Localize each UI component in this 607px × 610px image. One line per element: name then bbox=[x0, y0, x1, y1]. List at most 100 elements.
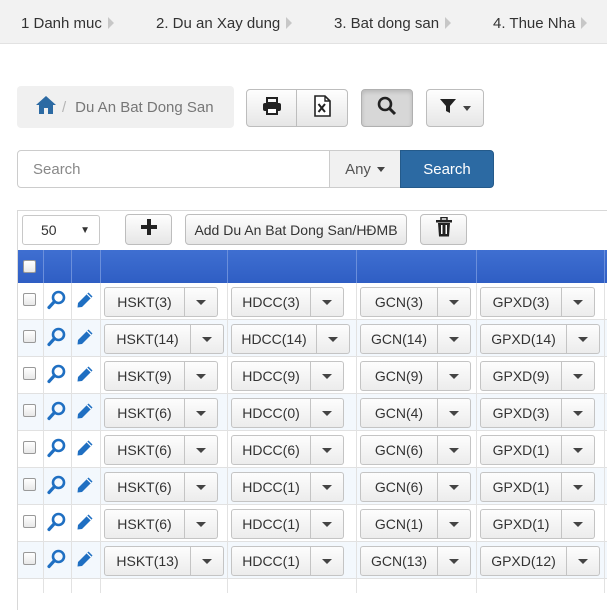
print-button[interactable] bbox=[246, 89, 297, 127]
export-excel-button[interactable] bbox=[296, 89, 348, 127]
view-icon[interactable] bbox=[46, 474, 68, 496]
gcn-button[interactable]: GCN(1) bbox=[360, 509, 438, 539]
gcn-dropdown-toggle[interactable] bbox=[438, 324, 471, 354]
gpxd-dropdown-toggle[interactable] bbox=[562, 287, 595, 317]
gcn-button[interactable]: GCN(14) bbox=[360, 324, 438, 354]
row-checkbox[interactable] bbox=[23, 552, 36, 565]
add-du-an-button[interactable]: Add Du An Bat Dong San/HĐMB bbox=[185, 214, 407, 245]
gpxd-button[interactable]: GPXD(3) bbox=[480, 398, 562, 428]
row-checkbox[interactable] bbox=[23, 515, 36, 528]
hskt-dropdown-toggle[interactable] bbox=[185, 361, 218, 391]
gpxd-dropdown-toggle[interactable] bbox=[562, 361, 595, 391]
search-toggle-button[interactable] bbox=[361, 89, 413, 127]
gcn-button[interactable]: GCN(4) bbox=[360, 398, 438, 428]
edit-icon[interactable] bbox=[74, 437, 96, 459]
gcn-button[interactable]: GCN(13) bbox=[360, 546, 438, 576]
search-button[interactable]: Search bbox=[400, 150, 494, 188]
add-button[interactable] bbox=[125, 214, 172, 245]
hdcc-button[interactable]: HDCC(0) bbox=[231, 398, 311, 428]
hskt-button[interactable]: HSKT(14) bbox=[104, 324, 191, 354]
search-input[interactable] bbox=[17, 150, 330, 188]
select-all-checkbox[interactable] bbox=[23, 260, 36, 273]
edit-icon[interactable] bbox=[74, 326, 96, 348]
gpxd-button[interactable]: GPXD(1) bbox=[480, 472, 562, 502]
tab-thue-nha[interactable]: 4. Thue Nha bbox=[493, 12, 588, 34]
hdcc-button[interactable]: HDCC(9) bbox=[231, 361, 311, 391]
view-icon[interactable] bbox=[46, 363, 68, 385]
hdcc-button[interactable]: HDCC(6) bbox=[231, 435, 311, 465]
hskt-dropdown-toggle[interactable] bbox=[185, 398, 218, 428]
tab-bat-dong-san[interactable]: 3. Bat dong san bbox=[334, 12, 452, 34]
gpxd-button[interactable]: GPXD(3) bbox=[480, 287, 562, 317]
gpxd-button[interactable]: GPXD(1) bbox=[480, 435, 562, 465]
gcn-button[interactable]: GCN(3) bbox=[360, 287, 438, 317]
view-icon[interactable] bbox=[46, 326, 68, 348]
hdcc-button[interactable]: HDCC(1) bbox=[231, 546, 311, 576]
gcn-dropdown-toggle[interactable] bbox=[438, 546, 471, 576]
tab-danh-muc[interactable]: 1 Danh muc bbox=[21, 12, 114, 34]
page-size-select[interactable]: 50 ▼ bbox=[22, 215, 100, 245]
edit-icon[interactable] bbox=[74, 400, 96, 422]
gpxd-dropdown-toggle[interactable] bbox=[562, 435, 595, 465]
gcn-button[interactable]: GCN(6) bbox=[360, 435, 438, 465]
gpxd-button[interactable]: GPXD(1) bbox=[480, 509, 562, 539]
hdcc-dropdown-toggle[interactable] bbox=[311, 287, 344, 317]
gcn-dropdown-toggle[interactable] bbox=[438, 509, 471, 539]
hskt-button[interactable]: HSKT(6) bbox=[104, 435, 185, 465]
row-checkbox[interactable] bbox=[23, 367, 36, 380]
hdcc-button[interactable]: HDCC(14) bbox=[231, 324, 317, 354]
gcn-dropdown-toggle[interactable] bbox=[438, 287, 471, 317]
edit-icon[interactable] bbox=[74, 474, 96, 496]
gpxd-dropdown-toggle[interactable] bbox=[562, 509, 595, 539]
view-icon[interactable] bbox=[46, 548, 68, 570]
gcn-dropdown-toggle[interactable] bbox=[438, 435, 471, 465]
row-checkbox[interactable] bbox=[23, 293, 36, 306]
gcn-button[interactable]: GCN(9) bbox=[360, 361, 438, 391]
edit-icon[interactable] bbox=[74, 548, 96, 570]
gpxd-dropdown-toggle[interactable] bbox=[562, 398, 595, 428]
gpxd-dropdown-toggle[interactable] bbox=[567, 546, 600, 576]
hskt-dropdown-toggle[interactable] bbox=[185, 472, 218, 502]
gcn-dropdown-toggle[interactable] bbox=[438, 472, 471, 502]
edit-icon[interactable] bbox=[74, 363, 96, 385]
hskt-dropdown-toggle[interactable] bbox=[191, 324, 224, 354]
search-scope-select[interactable]: Any bbox=[329, 150, 401, 188]
hskt-button[interactable]: HSKT(6) bbox=[104, 398, 185, 428]
hskt-dropdown-toggle[interactable] bbox=[185, 509, 218, 539]
home-icon[interactable] bbox=[35, 95, 57, 119]
hskt-dropdown-toggle[interactable] bbox=[191, 546, 224, 576]
hskt-button[interactable]: HSKT(6) bbox=[104, 509, 185, 539]
gpxd-button[interactable]: GPXD(12) bbox=[480, 546, 567, 576]
hdcc-dropdown-toggle[interactable] bbox=[311, 361, 344, 391]
gcn-dropdown-toggle[interactable] bbox=[438, 361, 471, 391]
gpxd-dropdown-toggle[interactable] bbox=[562, 472, 595, 502]
view-icon[interactable] bbox=[46, 437, 68, 459]
row-checkbox[interactable] bbox=[23, 441, 36, 454]
hskt-button[interactable]: HSKT(13) bbox=[104, 546, 191, 576]
hdcc-dropdown-toggle[interactable] bbox=[311, 472, 344, 502]
hdcc-button[interactable]: HDCC(3) bbox=[231, 287, 311, 317]
gpxd-button[interactable]: GPXD(9) bbox=[480, 361, 562, 391]
gpxd-dropdown-toggle[interactable] bbox=[567, 324, 600, 354]
hdcc-dropdown-toggle[interactable] bbox=[311, 435, 344, 465]
hdcc-dropdown-toggle[interactable] bbox=[311, 398, 344, 428]
row-checkbox[interactable] bbox=[23, 330, 36, 343]
filter-button[interactable] bbox=[426, 89, 484, 127]
tab-du-an-xay-dung[interactable]: 2. Du an Xay dung bbox=[156, 12, 293, 34]
row-checkbox[interactable] bbox=[23, 478, 36, 491]
hdcc-button[interactable]: HDCC(1) bbox=[231, 509, 311, 539]
hskt-button[interactable]: HSKT(9) bbox=[104, 361, 185, 391]
hdcc-dropdown-toggle[interactable] bbox=[311, 546, 344, 576]
hdcc-dropdown-toggle[interactable] bbox=[317, 324, 350, 354]
hdcc-dropdown-toggle[interactable] bbox=[311, 509, 344, 539]
gpxd-button[interactable]: GPXD(14) bbox=[480, 324, 567, 354]
delete-button[interactable] bbox=[420, 214, 467, 245]
hdcc-button[interactable]: HDCC(1) bbox=[231, 472, 311, 502]
hskt-dropdown-toggle[interactable] bbox=[185, 287, 218, 317]
hskt-button[interactable]: HSKT(6) bbox=[104, 472, 185, 502]
gcn-dropdown-toggle[interactable] bbox=[438, 398, 471, 428]
hskt-button[interactable]: HSKT(3) bbox=[104, 287, 185, 317]
gcn-button[interactable]: GCN(6) bbox=[360, 472, 438, 502]
row-checkbox[interactable] bbox=[23, 404, 36, 417]
view-icon[interactable] bbox=[46, 400, 68, 422]
